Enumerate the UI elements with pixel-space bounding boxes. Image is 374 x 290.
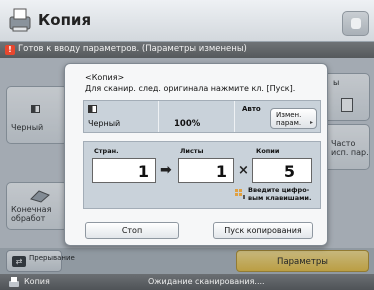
- document-icon: [351, 18, 361, 29]
- color-mode-icon: [88, 105, 97, 113]
- scale-value: 100%: [174, 119, 201, 129]
- dialog-instruction: Для сканир. след. оригинала нажмите кл. …: [85, 84, 296, 93]
- footer-bar: Копия Ожидание сканирования....: [0, 274, 374, 290]
- keypad-hint-icon: [235, 189, 245, 199]
- warning-icon: !: [5, 45, 15, 55]
- stop-label: Стоп: [121, 226, 143, 235]
- copier-icon: [9, 277, 19, 287]
- color-mode-value: Черный: [88, 119, 121, 128]
- originals-count-field: 1: [92, 158, 156, 183]
- sheets-count-field: 1: [178, 158, 234, 183]
- paper-select-value: Авто: [242, 105, 261, 113]
- chevron-right-icon: ▸: [309, 119, 313, 126]
- originals-label: Стран.: [94, 147, 119, 155]
- copy-counts-panel: Стран. 1 ➡ Листы 1 × Копии 5 Введите циф…: [83, 141, 321, 209]
- originals-count: 1: [137, 162, 149, 181]
- multiply-icon: ×: [238, 163, 249, 178]
- footer-title: Копия: [24, 277, 50, 286]
- copies-count: 5: [283, 162, 295, 181]
- settings-summary: Черный 100% Авто Измен. парам. ▸: [83, 100, 321, 133]
- scan-next-dialog: <Копия> Для сканир. след. оригинала нажм…: [64, 63, 328, 246]
- keypad-hint: Введите цифро- вым клавишами.: [248, 186, 312, 202]
- stop-button[interactable]: Стоп: [85, 222, 179, 239]
- title-bar: Копия: [0, 0, 374, 42]
- divider: [234, 101, 235, 132]
- arrow-right-icon: ➡: [160, 162, 172, 178]
- status-message: Готов к вводу параметров. (Параметры изм…: [18, 44, 247, 54]
- page-title: Копия: [38, 11, 92, 29]
- start-copy-button[interactable]: Пуск копирования: [213, 222, 313, 239]
- start-copy-label: Пуск копирования: [224, 226, 302, 235]
- dialog-title: <Копия>: [85, 73, 125, 82]
- corner-button[interactable]: [342, 11, 369, 36]
- divider: [158, 101, 159, 132]
- status-bar: ! Готов к вводу параметров. (Параметры и…: [0, 42, 374, 58]
- copier-icon: [9, 8, 31, 32]
- copies-count-field[interactable]: 5: [252, 158, 312, 183]
- sheets-label: Листы: [180, 147, 204, 155]
- sheets-count: 1: [215, 162, 227, 181]
- change-settings-button[interactable]: Измен. парам. ▸: [270, 108, 317, 129]
- footer-status: Ожидание сканирования....: [148, 277, 265, 286]
- copies-label: Копии: [256, 147, 280, 155]
